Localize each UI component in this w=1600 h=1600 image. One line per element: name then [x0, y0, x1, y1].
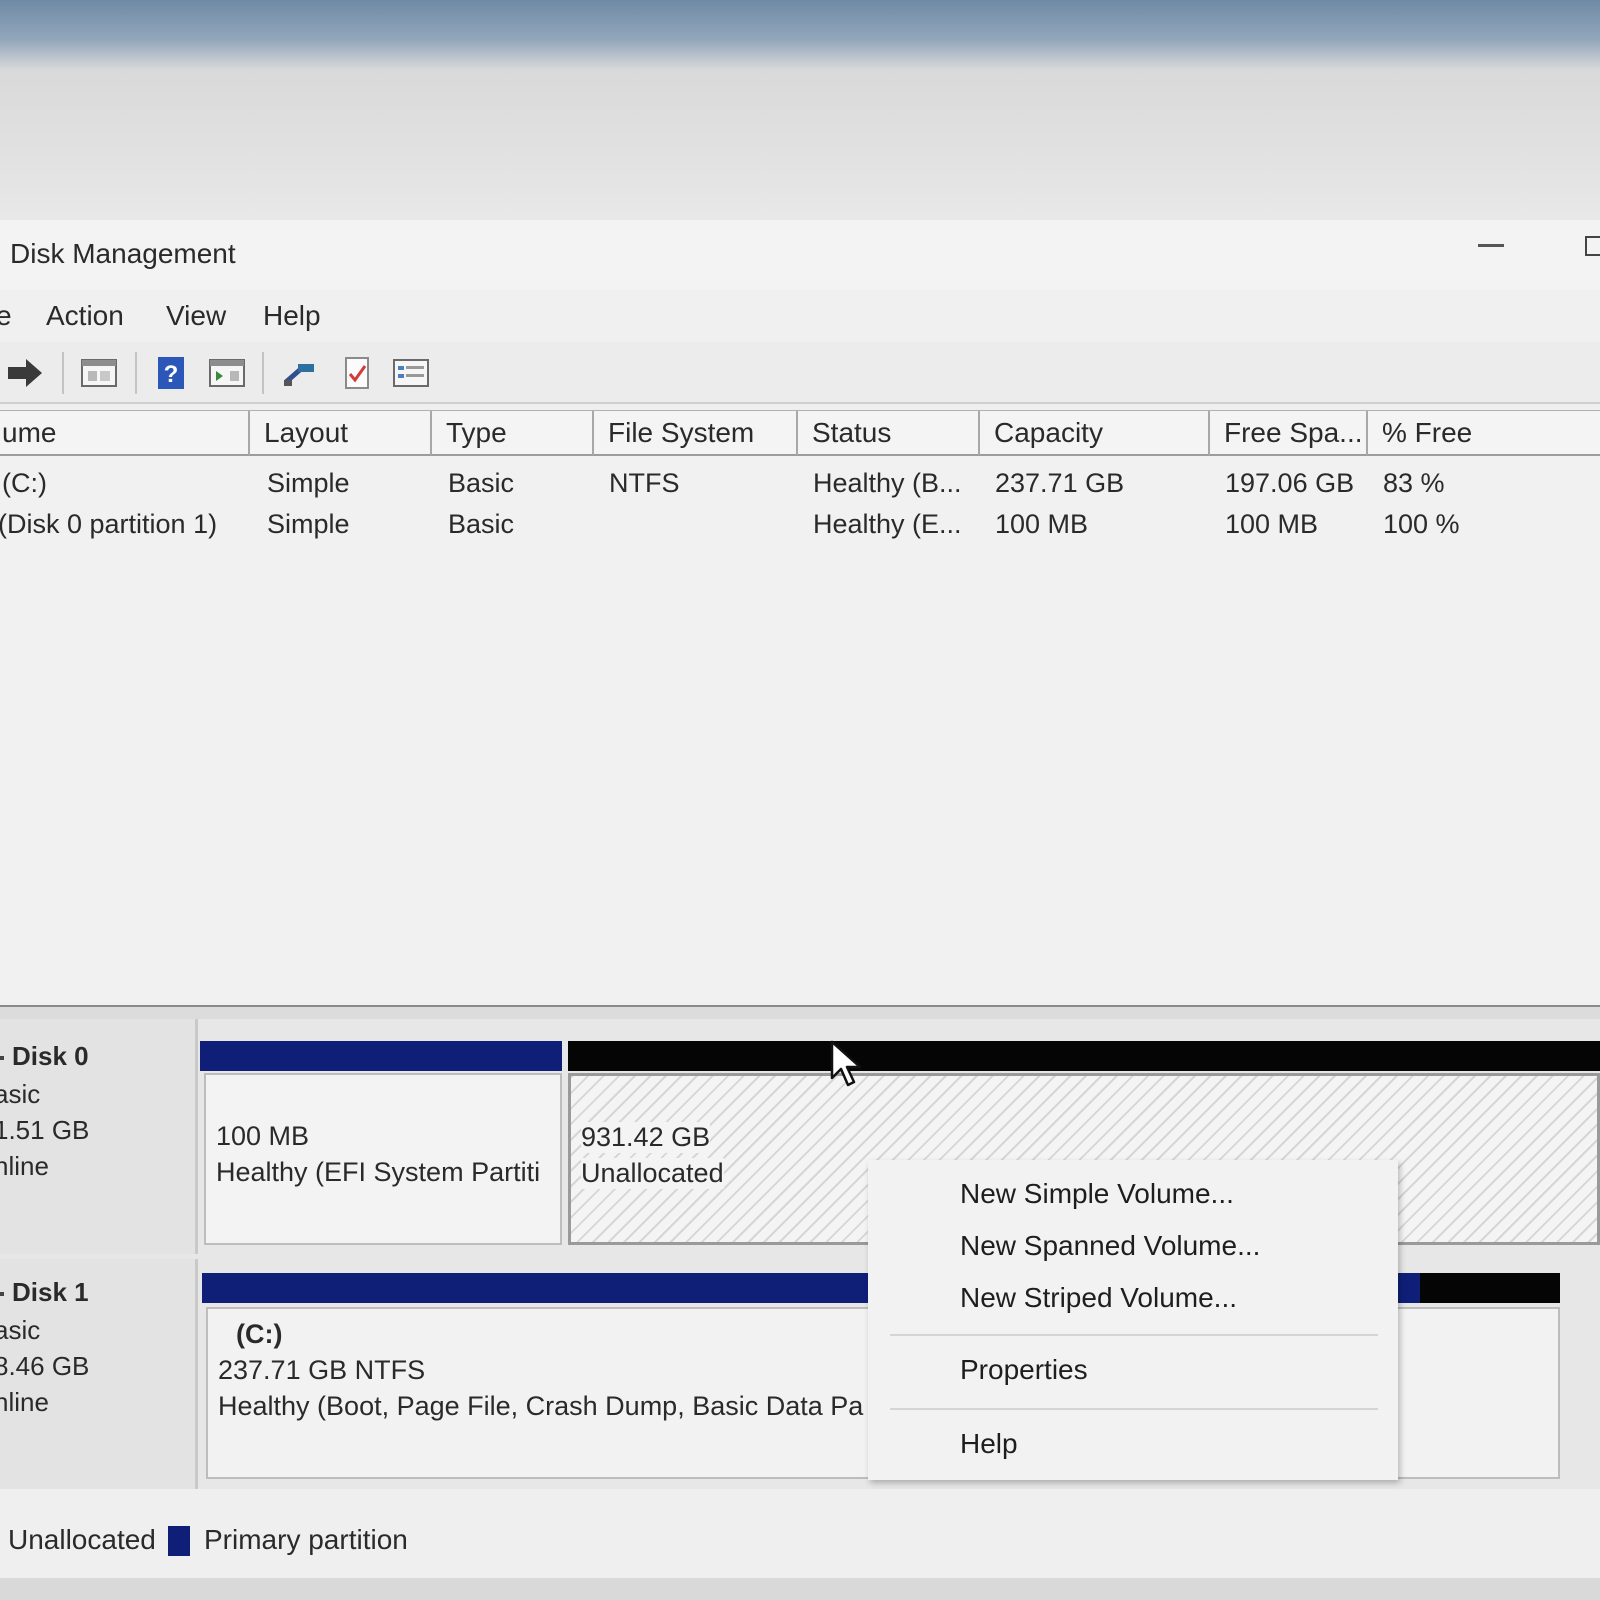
console-tree-icon[interactable] — [80, 356, 118, 390]
cell-layout: Simple — [267, 468, 350, 498]
disk-1-name-row: Disk 1 — [0, 1277, 89, 1308]
partition-status: Healthy (Boot, Page File, Crash Dump, Ba… — [218, 1391, 864, 1421]
toolbar-separator — [62, 352, 64, 394]
menu-item-new-spanned-volume[interactable]: New Spanned Volume... — [960, 1230, 1260, 1262]
column-capacity[interactable]: Capacity — [980, 411, 1210, 455]
pane-splitter[interactable] — [0, 1005, 1600, 1019]
toolbar-separator — [262, 352, 264, 394]
cell-percent-free: 83 % — [1383, 468, 1445, 498]
cell-status: Healthy (B... — [813, 468, 962, 498]
column-percent-free[interactable]: % Free — [1368, 411, 1600, 455]
svg-text:?: ? — [164, 361, 179, 388]
cell-volume: (Disk 0 partition 1) — [0, 509, 218, 539]
legend-primary-swatch — [168, 1526, 190, 1556]
properties-icon[interactable] — [338, 356, 376, 390]
unallocated-bar — [568, 1041, 1600, 1071]
efi-partition[interactable]: 100 MB Healthy (EFI System Partiti — [204, 1073, 562, 1245]
menu-item-properties[interactable]: Properties — [960, 1354, 1088, 1386]
status-bar — [0, 1578, 1600, 1600]
menu-item-new-striped-volume[interactable]: New Striped Volume... — [960, 1282, 1237, 1314]
partition-size: 100 MB — [216, 1121, 310, 1151]
disk-0-name: Disk 0 — [12, 1041, 89, 1071]
help-icon[interactable]: ? — [152, 356, 190, 390]
partition-size: 931.42 GB — [581, 1122, 711, 1153]
column-volume[interactable]: ume — [0, 411, 250, 455]
menu-bar: e Action View Help — [0, 290, 1600, 342]
forward-icon[interactable] — [6, 356, 44, 390]
cell-percent-free: 100 % — [1383, 509, 1460, 539]
partition-size: 237.71 GB NTFS — [218, 1355, 426, 1385]
table-row[interactable]: (C:) Simple Basic NTFS Healthy (B... 237… — [0, 462, 1600, 502]
cell-layout: Simple — [267, 509, 350, 539]
menu-item-new-simple-volume[interactable]: New Simple Volume... — [960, 1178, 1234, 1210]
maximize-button[interactable] — [1585, 236, 1600, 256]
disk-0-size: 1.51 GB — [0, 1115, 90, 1145]
partition-status: Unallocated — [581, 1158, 724, 1189]
disk-1-size: 8.46 GB — [0, 1351, 90, 1381]
disk-icon — [0, 1292, 4, 1297]
minimize-button[interactable] — [1478, 244, 1504, 247]
disk-icon — [0, 1056, 4, 1061]
cell-volume: (C:) — [2, 468, 47, 498]
column-free-space[interactable]: Free Spa... — [1210, 411, 1368, 455]
disk-0-type: asic — [0, 1079, 41, 1109]
toolbar: ? — [0, 342, 1600, 404]
connect-icon[interactable] — [280, 356, 318, 390]
menu-help[interactable]: Help — [263, 300, 321, 332]
list-view-icon[interactable] — [392, 356, 430, 390]
toolbar-separator — [135, 352, 137, 394]
menu-file[interactable]: e — [0, 300, 12, 332]
disk-1-info[interactable]: Disk 1 asic 8.46 GB nline — [0, 1259, 198, 1489]
legend-primary: Primary partition — [204, 1524, 408, 1555]
title-bar: Disk Management — [0, 220, 1600, 290]
primary-partition-bar — [200, 1041, 562, 1071]
disk-1-type: asic — [0, 1315, 41, 1345]
menu-separator — [890, 1334, 1378, 1336]
partition-label: (C:) — [236, 1319, 283, 1349]
mouse-pointer-icon — [830, 1040, 862, 1087]
cell-free-space: 100 MB — [1225, 509, 1319, 539]
volume-list-header: ume Layout Type File System Status Capac… — [0, 410, 1600, 456]
action-pane-icon[interactable] — [208, 356, 246, 390]
cell-capacity: 237.71 GB — [995, 468, 1125, 498]
column-status[interactable]: Status — [798, 411, 980, 455]
window-title: Disk Management — [10, 238, 236, 269]
partition-status: Healthy (EFI System Partiti — [216, 1157, 541, 1187]
menu-action[interactable]: Action — [46, 300, 124, 332]
cell-capacity: 100 MB — [995, 509, 1089, 539]
cell-type: Basic — [448, 509, 515, 539]
menu-separator — [890, 1408, 1378, 1410]
disk-0-info[interactable]: Disk 0 asic 1.51 GB nline — [0, 1019, 198, 1254]
cell-file-system: NTFS — [609, 468, 680, 498]
disk-1-name: Disk 1 — [12, 1277, 89, 1307]
partition-bar-end — [1420, 1273, 1560, 1303]
column-file-system[interactable]: File System — [594, 411, 798, 455]
legend-unallocated: Unallocated — [8, 1524, 156, 1555]
menu-item-help[interactable]: Help — [960, 1428, 1018, 1460]
legend: Unallocated Primary partition — [0, 1518, 1600, 1578]
column-type[interactable]: Type — [432, 411, 594, 455]
context-menu: New Simple Volume... New Spanned Volume.… — [868, 1160, 1398, 1480]
cell-free-space: 197.06 GB — [1225, 468, 1355, 498]
cell-type: Basic — [448, 468, 515, 498]
menu-view[interactable]: View — [166, 300, 226, 332]
disk-1-state: nline — [0, 1387, 49, 1417]
cell-status: Healthy (E... — [813, 509, 962, 539]
disk-0-state: nline — [0, 1151, 49, 1181]
column-layout[interactable]: Layout — [250, 411, 432, 455]
table-row[interactable]: (Disk 0 partition 1) Simple Basic Health… — [0, 503, 1600, 543]
disk-0-name-row: Disk 0 — [0, 1041, 89, 1072]
